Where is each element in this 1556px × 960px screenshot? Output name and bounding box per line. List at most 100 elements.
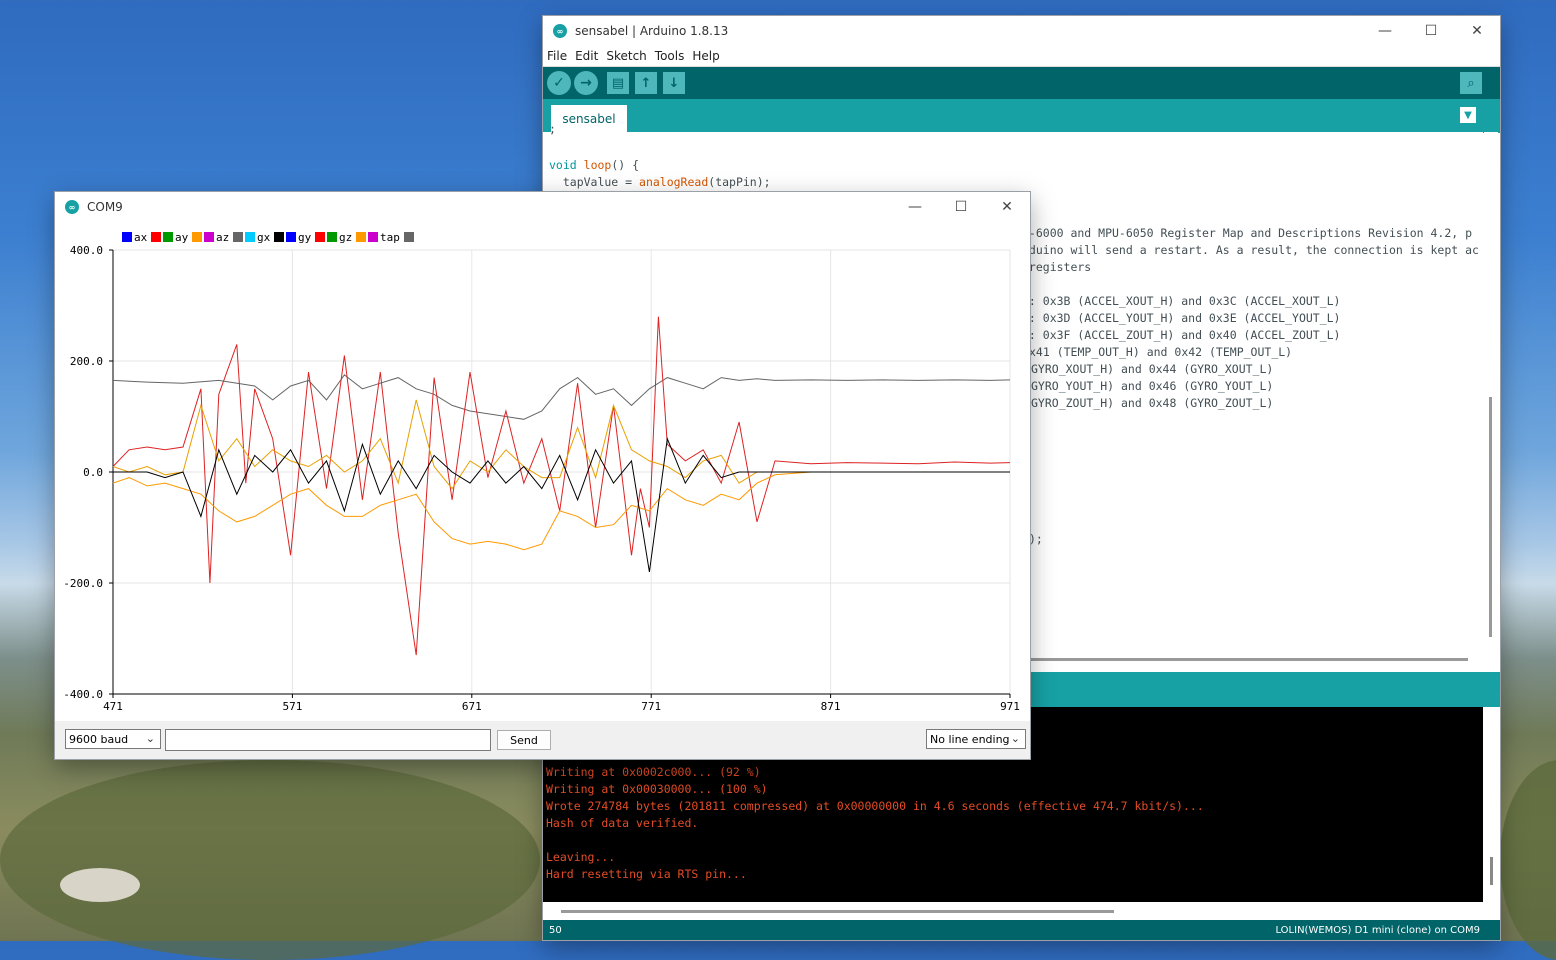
legend-swatch (315, 232, 325, 242)
scroll-thumb[interactable] (561, 910, 1114, 913)
serial-plot-chart: 400.0 200.0 0.0 -200.0 -400.0471 571 671 771 871… (63, 231, 1020, 713)
close-button[interactable]: ✕ (1454, 16, 1500, 46)
legend-swatch (327, 232, 337, 242)
arduino-logo-icon: ∞ (65, 200, 79, 214)
code-line: GYRO_ZOUT_H) and 0x48 (GYRO_ZOUT_L) (1031, 396, 1274, 410)
code-function: loop (583, 158, 612, 172)
shrub (0, 760, 540, 960)
code-line: GYRO_YOUT_H) and 0x46 (GYRO_YOUT_L) (1031, 379, 1274, 393)
verify-button[interactable]: ✓ (547, 71, 571, 95)
code-line: void loop() { (549, 158, 639, 172)
code-text: () { (611, 158, 640, 172)
baud-rate-select[interactable]: 9600 baud ⌄ (65, 729, 161, 749)
upload-button[interactable]: → (574, 71, 598, 95)
code-text: (tapPin); (708, 175, 771, 189)
legend-swatch (286, 232, 296, 242)
code-line: U-6000 and MPU-6050 Register Map and Des… (1022, 226, 1473, 240)
menu-edit[interactable]: Edit (575, 49, 598, 63)
send-text-input[interactable] (165, 729, 491, 751)
maximize-button[interactable]: ☐ (938, 192, 984, 222)
tab-menu-chevron-down-icon[interactable]: ▼ (1460, 107, 1476, 123)
y-tick-label: -400.0 (63, 688, 103, 701)
code-line: registers (1022, 260, 1092, 274)
code-line: rduino will send a restart. As a result,… (1022, 243, 1479, 257)
y-tick-label: 0.0 (83, 466, 103, 479)
series-line (112, 399, 1010, 490)
menu-file[interactable]: File (547, 49, 567, 63)
console-horizontal-scrollbar[interactable] (543, 902, 1500, 920)
legend-swatch (151, 232, 161, 242)
line-ending-value: No line ending (930, 732, 1010, 746)
x-tick-label: 871 (821, 700, 841, 713)
status-line-number: 50 (549, 925, 562, 936)
legend-label: az (216, 231, 229, 244)
legend-swatch (233, 232, 243, 242)
baud-rate-value: 9600 baud (69, 732, 129, 746)
console-line: Hash of data verified. (546, 816, 699, 830)
x-tick-label: 971 (1000, 700, 1020, 713)
code-line: tapValue = analogRead(tapPin); (549, 175, 771, 189)
tab-sensabel[interactable]: sensabel (551, 105, 627, 133)
console-line: Wrote 274784 bytes (201811 compressed) a… (546, 799, 1204, 813)
legend-swatch (368, 232, 378, 242)
x-tick-label: 471 (103, 700, 123, 713)
legend-swatch (274, 232, 284, 242)
menu-help[interactable]: Help (692, 49, 719, 63)
maximize-button[interactable]: ☐ (1408, 16, 1454, 46)
serial-monitor-button[interactable]: ⌕ (1460, 72, 1482, 94)
ide-title: sensabel | Arduino 1.8.13 (575, 24, 729, 38)
editor-vertical-scrollbar[interactable] (1484, 132, 1498, 672)
series-line (112, 471, 1010, 551)
code-text: tapValue = (549, 175, 640, 189)
code-line: s: 0x3F (ACCEL_ZOUT_H) and 0x40 (ACCEL_Z… (1022, 328, 1341, 342)
code-line: s: 0x3B (ACCEL_XOUT_H) and 0x3C (ACCEL_X… (1022, 294, 1341, 308)
ide-titlebar: ∞ sensabel | Arduino 1.8.13 — ☐ ✕ (543, 16, 1500, 46)
save-sketch-button[interactable]: ↓ (663, 72, 685, 94)
plotter-controls: 9600 baud ⌄ Send No line ending ⌄ (55, 721, 1030, 759)
code-line: ); (1029, 532, 1043, 546)
send-button[interactable]: Send (497, 730, 551, 750)
console-line: Hard resetting via RTS pin... (546, 867, 747, 881)
legend-label: tap (380, 231, 400, 244)
minimize-button[interactable]: — (1362, 16, 1408, 46)
menu-sketch[interactable]: Sketch (606, 49, 646, 63)
tab-bar: sensabel ▼ (543, 99, 1500, 133)
console-line: Leaving... (546, 850, 616, 864)
code-line: GYRO_XOUT_H) and 0x44 (GYRO_XOUT_L) (1031, 362, 1274, 376)
close-button[interactable]: ✕ (984, 192, 1030, 222)
ide-toolbar: ✓ → ▤ ↑ ↓ ⌕ (543, 67, 1500, 99)
legend-swatch (163, 232, 173, 242)
legend-label: gy (298, 231, 312, 244)
open-sketch-button[interactable]: ↑ (635, 72, 657, 94)
scroll-thumb[interactable] (1489, 397, 1492, 637)
legend-label: ax (134, 231, 148, 244)
menu-bar: File Edit Sketch Tools Help (543, 46, 1500, 67)
arduino-logo-icon: ∞ (553, 24, 567, 38)
legend-swatch (356, 232, 366, 242)
status-bar: 50 LOLIN(WEMOS) D1 mini (clone) on COM9 (543, 920, 1500, 940)
rock (60, 868, 140, 902)
menu-tools[interactable]: Tools (655, 49, 685, 63)
y-tick-label: -200.0 (63, 577, 103, 590)
code-function: analogRead (639, 175, 709, 189)
scroll-thumb[interactable] (1490, 857, 1493, 885)
editor-horizontal-scrollbar[interactable] (1023, 658, 1468, 661)
code-line: x41 (TEMP_OUT_H) and 0x42 (TEMP_OUT_L) (1029, 345, 1293, 359)
minimize-button[interactable]: — (892, 192, 938, 222)
chevron-down-icon: ⌄ (1010, 732, 1020, 745)
new-sketch-button[interactable]: ▤ (607, 72, 629, 94)
legend-swatch (245, 232, 255, 242)
plot-area: 400.0 200.0 0.0 -200.0 -400.0 471 571 671 771 871… (55, 222, 1030, 722)
code-keyword: void (549, 158, 577, 172)
line-ending-select[interactable]: No line ending ⌄ (926, 729, 1026, 749)
plotter-title: COM9 (87, 200, 123, 214)
x-tick-label: 771 (641, 700, 661, 713)
y-tick-label: 200.0 (70, 355, 103, 368)
legend-label: ay (175, 231, 189, 244)
plotter-titlebar: ∞ COM9 — ☐ ✕ (55, 192, 1030, 222)
chevron-down-icon: ⌄ (145, 732, 155, 745)
code-line: s: 0x3D (ACCEL_YOUT_H) and 0x3E (ACCEL_Y… (1022, 311, 1341, 325)
serial-plotter-window: ∞ COM9 — ☐ ✕ 400.0 200.0 0.0 -200.0 -400.0 47… (55, 192, 1030, 759)
console-line: Writing at 0x00030000... (100 %) (546, 782, 768, 796)
console-vertical-scrollbar[interactable] (1483, 707, 1500, 902)
